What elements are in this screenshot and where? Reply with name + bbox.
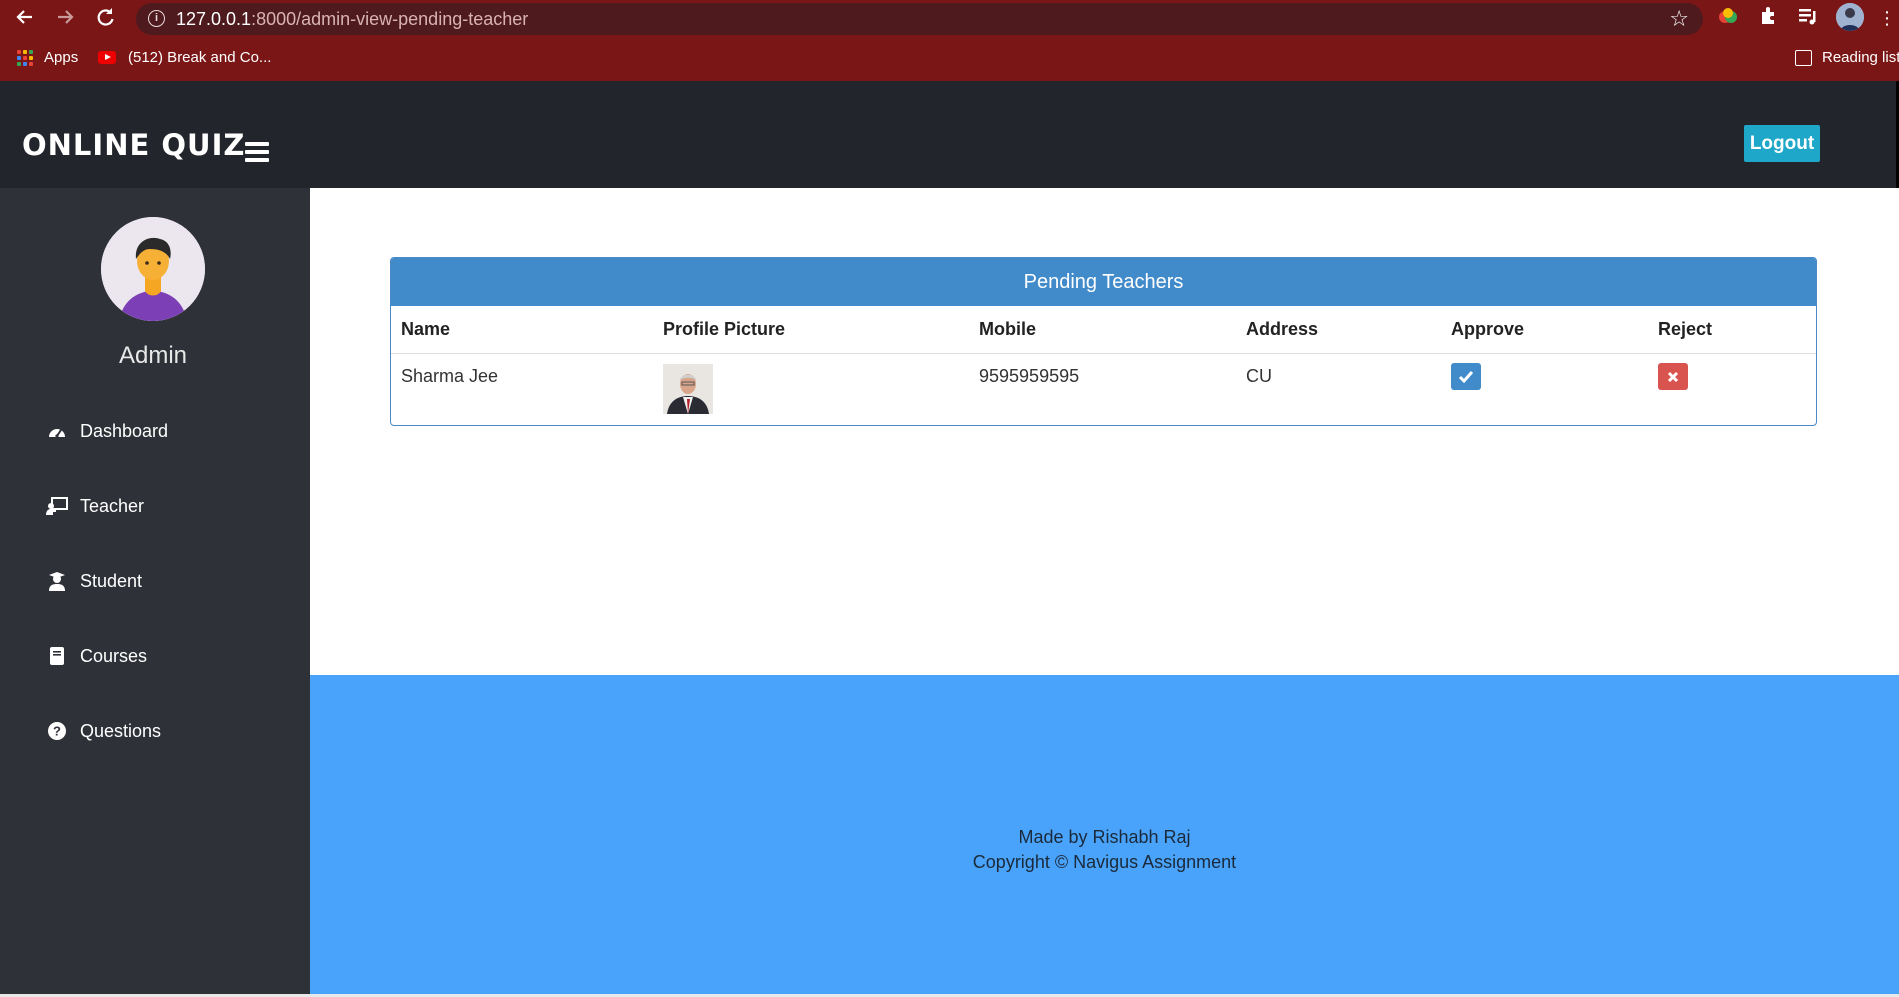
sidebar-item-label: Dashboard bbox=[80, 420, 169, 441]
reload-icon[interactable] bbox=[92, 6, 118, 32]
sidebar-item-dashboard[interactable]: Dashboard bbox=[46, 416, 168, 446]
media-queue-icon[interactable] bbox=[1796, 6, 1820, 30]
teacher-icon bbox=[46, 495, 68, 517]
header-divider bbox=[391, 353, 1816, 354]
column-header-profile-picture: Profile Picture bbox=[663, 319, 786, 339]
column-header-address: Address bbox=[1246, 319, 1319, 339]
site-info-icon[interactable]: i bbox=[148, 10, 165, 27]
bookmark-reading-list[interactable]: Reading list bbox=[1822, 49, 1899, 66]
reject-button[interactable] bbox=[1658, 363, 1688, 390]
approve-button[interactable] bbox=[1451, 363, 1481, 390]
column-header-name: Name bbox=[401, 319, 451, 339]
sidebar-item-courses[interactable]: Courses bbox=[46, 641, 147, 671]
hamburger-menu-icon[interactable] bbox=[245, 142, 269, 162]
book-icon bbox=[46, 645, 68, 667]
forward-arrow-icon[interactable] bbox=[52, 6, 78, 32]
footer-credit: Made by Rishabh Raj bbox=[1018, 827, 1191, 847]
svg-text:?: ? bbox=[53, 724, 61, 739]
star-icon[interactable]: ☆ bbox=[1669, 6, 1689, 32]
sidebar-item-teacher[interactable]: Teacher bbox=[46, 491, 144, 521]
teacher-profile-picture bbox=[663, 364, 713, 414]
reading-list-icon bbox=[1795, 50, 1812, 66]
profile-avatar-icon[interactable] bbox=[1836, 3, 1864, 31]
sidebar-item-label: Student bbox=[80, 570, 143, 591]
browser-menu-icon[interactable]: ⋮ bbox=[1878, 6, 1896, 30]
extensions-icon[interactable] bbox=[1756, 6, 1780, 30]
close-icon bbox=[1667, 371, 1679, 382]
sidebar-item-label: Teacher bbox=[80, 495, 145, 516]
apps-grid-icon[interactable] bbox=[17, 50, 33, 66]
bookmark-youtube[interactable]: (512) Break and Co... bbox=[128, 49, 271, 66]
sidebar-item-label: Courses bbox=[80, 645, 148, 666]
student-icon bbox=[46, 570, 68, 592]
panel-title: Pending Teachers bbox=[391, 258, 1816, 306]
url-host: 127.0.0.1 bbox=[176, 9, 252, 29]
column-header-mobile: Mobile bbox=[979, 319, 1036, 339]
column-header-approve: Approve bbox=[1451, 319, 1525, 339]
sidebar-item-student[interactable]: Student bbox=[46, 566, 142, 596]
app-header bbox=[0, 81, 1899, 188]
bookmark-apps[interactable]: Apps bbox=[44, 49, 78, 66]
address-bar[interactable]: i 127.0.0.1:8000/admin-view-pending-teac… bbox=[136, 3, 1703, 35]
youtube-icon bbox=[98, 51, 116, 64]
check-icon bbox=[1458, 370, 1474, 383]
dashboard-icon bbox=[46, 420, 68, 442]
pending-teachers-panel: Pending Teachers Name Profile Picture Mo… bbox=[390, 257, 1817, 426]
logout-button[interactable]: Logout bbox=[1744, 125, 1820, 162]
url-text[interactable]: 127.0.0.1:8000/admin-view-pending-teache… bbox=[176, 9, 528, 30]
back-arrow-icon[interactable] bbox=[12, 6, 38, 32]
teacher-name: Sharma Jee bbox=[401, 366, 499, 386]
teacher-mobile: 9595959595 bbox=[979, 366, 1080, 386]
footer-copyright: Copyright © Navigus Assignment bbox=[972, 852, 1237, 872]
browser-chrome: i 127.0.0.1:8000/admin-view-pending-teac… bbox=[0, 0, 1899, 81]
person-avatar-icon bbox=[101, 217, 205, 321]
admin-avatar bbox=[101, 217, 205, 321]
footer: Made by Rishabh Raj Copyright © Navigus … bbox=[310, 675, 1899, 997]
sidebar-item-label: Questions bbox=[80, 720, 162, 741]
admin-name: Admin bbox=[118, 342, 188, 369]
brand-title: ONLINE QUIZ bbox=[22, 128, 246, 162]
url-path: :8000/admin-view-pending-teacher bbox=[251, 9, 529, 29]
teacher-address: CU bbox=[1246, 366, 1272, 386]
question-circle-icon: ? bbox=[46, 720, 68, 742]
column-header-reject: Reject bbox=[1658, 319, 1713, 339]
extension-color-icon[interactable] bbox=[1716, 6, 1740, 30]
sidebar-item-questions[interactable]: ? Questions bbox=[46, 716, 161, 746]
